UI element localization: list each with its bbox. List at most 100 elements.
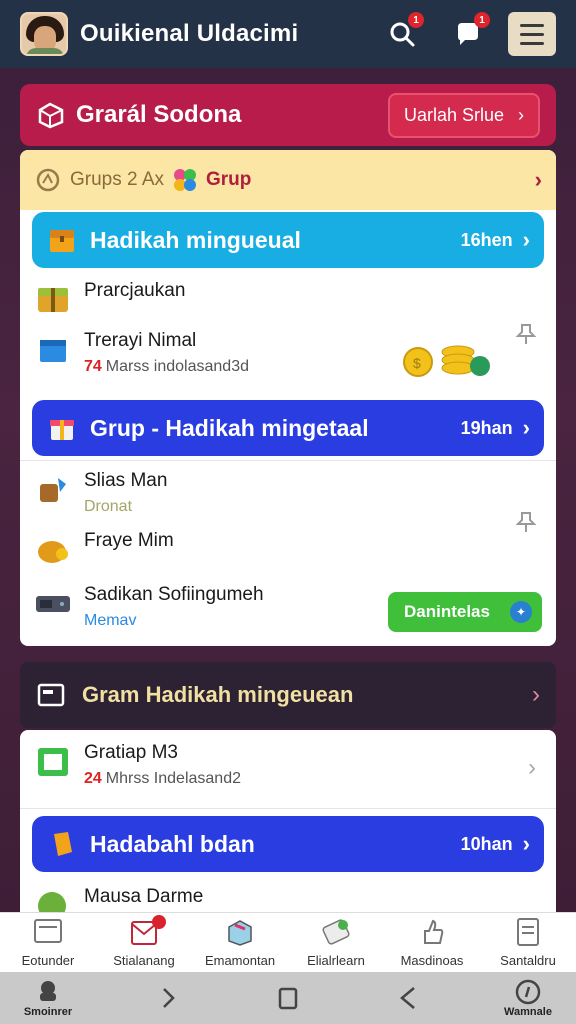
- home-button[interactable]: Smoinrer: [18, 978, 78, 1018]
- banner-monthly[interactable]: Hadabahl bdan 10han ›: [32, 816, 544, 872]
- coins-icon: $: [403, 345, 490, 377]
- section-header[interactable]: Gram Hadikah mingeuean ›: [20, 662, 556, 728]
- back-button[interactable]: [378, 984, 438, 1012]
- nav-label: Elialrlearn: [307, 953, 365, 968]
- grup-label: Grups 2 Ax: [70, 169, 164, 190]
- list-item-subtitle: Memav: [84, 612, 137, 629]
- nav-item[interactable]: Eotunder: [0, 915, 96, 968]
- chat-button[interactable]: 1: [448, 12, 490, 54]
- search-button[interactable]: 1: [382, 12, 424, 54]
- list-item-name: Sadikan Sofiingumeh: [84, 584, 264, 605]
- list-item-subtitle: Marss indolasand3d: [105, 358, 249, 375]
- thumbs-up-icon: [424, 919, 444, 944]
- chat-badge: 1: [474, 12, 490, 28]
- list-item-count: 74: [84, 358, 102, 375]
- list-item-subtitle: Mhrss Indelasand2: [105, 770, 241, 787]
- bottom-navigation: Eotunder Stialanang Emamontan Elialrlear…: [0, 912, 576, 972]
- banner-meta: 19han: [460, 417, 513, 438]
- list-item[interactable]: Slias Man Dronat: [34, 470, 167, 516]
- ticket-icon: [322, 919, 350, 945]
- list-item-name: Mausa Darme: [84, 886, 204, 907]
- top-app-bar: Ouikienal Uldacimi 1 1: [0, 0, 576, 68]
- gift-box-icon: [38, 288, 68, 312]
- grup-row[interactable]: Grups 2 Ax Grup ›: [20, 150, 556, 210]
- app-title: Ouikienal Uldacimi: [80, 20, 299, 47]
- gift-icon: [50, 420, 74, 440]
- chevron-right-icon: ›: [534, 167, 542, 192]
- recents-button[interactable]: [258, 984, 318, 1012]
- avatar[interactable]: [20, 12, 68, 56]
- nav-label: Masdinoas: [400, 953, 464, 968]
- pin-icon[interactable]: [514, 322, 538, 346]
- chevron-right-icon: ›: [518, 104, 524, 125]
- list-item-subtitle: Dronat: [84, 498, 133, 515]
- pin-icon[interactable]: [514, 510, 538, 534]
- nav-item[interactable]: Stialanang: [96, 915, 192, 968]
- claim-button[interactable]: Danintelas ✦: [388, 592, 542, 632]
- chest-icon: [50, 230, 74, 252]
- header-title: Grarál Sodona: [76, 101, 242, 128]
- header-action-button[interactable]: Uarlah Srlue ›: [387, 92, 540, 138]
- system-navigation-bar: Smoinrer Wamnale: [0, 972, 576, 1024]
- menu-icon: [520, 23, 544, 27]
- list-item[interactable]: Sadikan Sofiingumeh Memav: [34, 584, 264, 630]
- banner-group-reward[interactable]: Grup - Hadikah mingetaal 19han ›: [32, 400, 544, 456]
- nav-label: Stialanang: [113, 953, 175, 968]
- header-action-label: Uarlah Srlue: [403, 104, 504, 125]
- list-item-name: Prarcjaukan: [84, 280, 186, 301]
- banner-title: Hadabahl bdan: [90, 830, 255, 857]
- chevron-right-icon: ›: [532, 681, 540, 708]
- notification-dot: [152, 915, 166, 929]
- list-item-count: 24: [84, 770, 102, 787]
- note-icon: [38, 748, 68, 776]
- menu-button[interactable]: [508, 12, 556, 56]
- tag-icon: [38, 102, 64, 129]
- banner-title: Grup - Hadikah mingetaal: [90, 414, 369, 441]
- nav-item[interactable]: Elialrlearn: [288, 915, 384, 968]
- list-item-name: Gratiap M3: [84, 742, 178, 763]
- claim-button-label: Danintelas: [404, 602, 490, 621]
- nav-item[interactable]: Santaldru: [480, 915, 576, 968]
- badge-icon: ✦: [510, 601, 532, 623]
- main-card: Grups 2 Ax Grup › Hadikah mingueual 16he…: [20, 150, 556, 646]
- window-icon: [34, 919, 62, 943]
- forward-button[interactable]: [138, 984, 198, 1012]
- refresh-icon: [36, 168, 60, 192]
- home-label: Smoinrer: [23, 1006, 73, 1018]
- nav-item[interactable]: Masdinoas: [384, 915, 480, 968]
- banner-weekly-reward[interactable]: Hadikah mingueual 16hen ›: [32, 212, 544, 268]
- gift-box-icon: [228, 920, 252, 946]
- clover-icon: [174, 169, 196, 191]
- list-item[interactable]: Fraye Mim: [34, 530, 174, 566]
- section-title: Gram Hadikah mingeuean: [82, 682, 354, 707]
- trophy-icon: [40, 478, 66, 502]
- list-item[interactable]: Gratiap M3 24 Mhrss Indelasand2: [34, 742, 241, 788]
- info-button[interactable]: Wamnale: [498, 978, 558, 1018]
- svg-text:$: $: [413, 355, 421, 371]
- nav-label: Emamontan: [204, 953, 276, 968]
- banner-meta: 16hen: [460, 229, 513, 250]
- chevron-right-icon: ›: [522, 415, 530, 440]
- square-icon: [278, 987, 298, 1010]
- grup-label-secondary: Grup: [206, 169, 252, 190]
- chevron-right-icon: ›: [522, 227, 530, 252]
- nav-item[interactable]: Emamontan: [192, 915, 288, 968]
- list-item-name: Slias Man: [84, 470, 168, 491]
- chevron-right-icon: ›: [522, 831, 530, 856]
- header-card: Grarál Sodona Uarlah Srlue ›: [20, 84, 556, 146]
- nav-label: Eotunder: [21, 953, 75, 968]
- banner-meta: 10han: [460, 833, 513, 854]
- pot-icon: [38, 541, 68, 563]
- list-item-name: Fraye Mim: [84, 530, 174, 551]
- box-icon: [54, 832, 72, 856]
- info-label: Wamnale: [504, 1006, 552, 1018]
- list-icon: [37, 683, 65, 707]
- list-item-name: Trerayi Nimal: [84, 330, 197, 351]
- nav-label: Santaldru: [500, 953, 556, 968]
- home-icon: [40, 981, 56, 1001]
- list-item[interactable]: Trerayi Nimal 74 Marss indolasand3d: [34, 330, 249, 376]
- info-icon: [515, 979, 541, 1005]
- document-icon: [517, 918, 539, 946]
- chevron-right-icon[interactable]: ›: [528, 754, 536, 782]
- list-item[interactable]: Prarcjaukan: [34, 280, 185, 316]
